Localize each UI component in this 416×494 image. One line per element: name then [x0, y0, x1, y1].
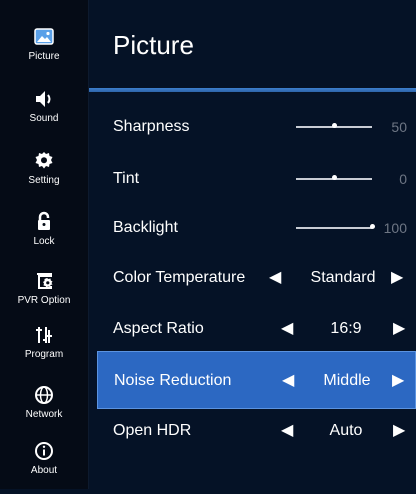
picture-settings-panel: Picture Sharpness 50 Tint 0 Backlight 10…	[89, 0, 416, 489]
option-value: Auto	[329, 422, 363, 439]
slider-knob[interactable]	[331, 175, 337, 180]
sidebar-item-lock[interactable]: Lock	[0, 211, 88, 265]
left-arrow-icon[interactable]: ◀	[269, 249, 281, 307]
option-value: 16:9	[330, 320, 362, 337]
sidebar-item-label: Lock	[33, 236, 55, 247]
sidebar-menu: Picture Sound Setting Lock PVR Option Pr…	[0, 0, 89, 489]
setting-row-open-hdr[interactable]: Open HDR ◀ Auto ▶	[89, 402, 416, 460]
setting-label: Sharpness	[113, 118, 190, 135]
setting-row-sharpness[interactable]: Sharpness 50	[89, 98, 416, 156]
sidebar-item-program[interactable]: Program	[0, 324, 88, 378]
setting-row-noise-reduction[interactable]: Noise Reduction ◀ Middle ▶	[97, 351, 416, 409]
sidebar-item-sound[interactable]: Sound	[0, 88, 88, 142]
left-arrow-icon[interactable]: ◀	[281, 300, 293, 358]
globe-icon	[34, 384, 54, 406]
setting-label: Aspect Ratio	[113, 320, 204, 337]
setting-row-color-temperature[interactable]: Color Temperature ◀ Standard ▶	[89, 249, 416, 307]
right-arrow-icon[interactable]: ▶	[393, 300, 405, 358]
sidebar-item-label: Picture	[28, 51, 60, 62]
lock-icon	[34, 211, 54, 233]
info-icon	[34, 440, 54, 462]
slider-value: 50	[391, 119, 407, 135]
sidebar-item-label: PVR Option	[17, 295, 71, 306]
title-divider	[89, 88, 416, 92]
option-value: Standard	[310, 269, 376, 286]
right-arrow-icon[interactable]: ▶	[393, 402, 405, 460]
sidebar-item-network[interactable]: Network	[0, 384, 88, 438]
sidebar-item-pvr-option[interactable]: PVR Option	[0, 270, 88, 324]
sidebar-item-label: Network	[25, 409, 63, 420]
sidebar-item-label: About	[30, 465, 58, 476]
slider-knob[interactable]	[331, 123, 337, 128]
sidebar-item-about[interactable]: About	[0, 440, 88, 494]
setting-label: Color Temperature	[113, 269, 246, 286]
picture-icon	[34, 26, 54, 48]
page-title: Picture	[113, 30, 194, 60]
setting-label: Open HDR	[113, 422, 192, 439]
slider-track	[296, 227, 372, 229]
speaker-icon	[34, 88, 54, 110]
sidebar-item-label: Program	[24, 349, 64, 360]
left-arrow-icon[interactable]: ◀	[281, 402, 293, 460]
gear-icon	[34, 150, 54, 172]
sidebar-item-setting[interactable]: Setting	[0, 150, 88, 204]
sidebar-item-label: Setting	[28, 175, 60, 186]
right-arrow-icon[interactable]: ▶	[391, 249, 403, 307]
pvr-gear-icon	[34, 270, 54, 292]
sidebar-item-picture[interactable]: Picture	[0, 26, 88, 80]
setting-row-aspect-ratio[interactable]: Aspect Ratio ◀ 16:9 ▶	[89, 300, 416, 358]
sidebar-item-label: Sound	[29, 113, 59, 124]
antenna-icon	[34, 324, 54, 346]
